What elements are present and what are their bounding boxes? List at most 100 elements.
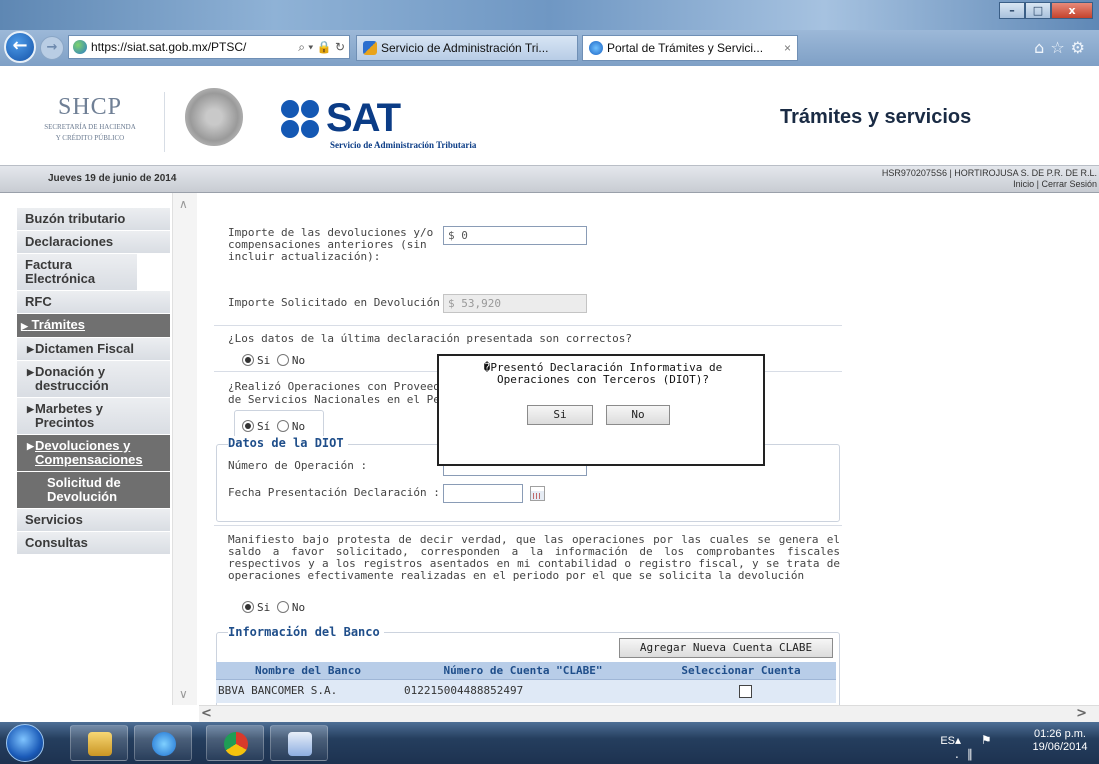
radio-si[interactable]: Sí	[242, 420, 270, 433]
browser-toolbar-icons[interactable]: ⌂☆⚙	[1034, 38, 1091, 57]
menu-item-label: Devoluciones y Compensaciones	[35, 438, 143, 467]
address-controls[interactable]: ⌕ ▾ 🔒 ↻	[298, 36, 345, 58]
user-rfc: HSR9702075S6 | HORTIROJUSA S. DE P.R. DE…	[881, 168, 1097, 178]
taskbar-explorer[interactable]	[70, 725, 128, 761]
radio-si[interactable]: Si	[242, 354, 270, 367]
agregar-cuenta-button[interactable]: Agregar Nueva Cuenta CLABE	[619, 638, 833, 658]
taskbar-word[interactable]	[270, 725, 328, 761]
menu-item-servicios[interactable]: Servicios	[17, 509, 170, 532]
sat-logo-icon	[281, 100, 321, 140]
scroll-right-icon[interactable]: >	[1076, 706, 1087, 721]
menu-item-label: Donación y destrucción	[35, 364, 109, 393]
banco-section-title: Información del Banco	[228, 625, 384, 639]
fecha-presentacion-label: Fecha Presentación Declaración :	[228, 486, 440, 499]
radio-si-label: Si	[257, 601, 271, 614]
maximize-button[interactable]: □	[1025, 2, 1051, 19]
taskbar: ES ▴ ⚑ .∥ 01:26 p.m. 19/06/2014	[0, 722, 1099, 764]
radio-no-label: No	[291, 354, 306, 367]
sat-subtitle: Servicio de Administración Tributaria	[330, 140, 477, 150]
menu-item-tramites[interactable]: ▶ Trámites	[17, 314, 170, 338]
link-separator: |	[1036, 179, 1039, 189]
close-window-button[interactable]: x	[1051, 2, 1093, 19]
folder-icon	[88, 732, 112, 756]
menu-item-declaraciones[interactable]: Declaraciones	[17, 231, 170, 254]
menu-item-rfc[interactable]: RFC	[17, 291, 170, 314]
tab-portal[interactable]: Portal de Trámites y Servici... ×	[582, 35, 798, 61]
radio-si-icon	[242, 601, 254, 613]
menu-item-devoluciones[interactable]: ▶ Devoluciones y Compensaciones	[17, 435, 170, 472]
diot-dialog: �Presentó Declaración Informativa de Ope…	[437, 354, 765, 466]
user-info: HSR9702075S6 | HORTIROJUSA S. DE P.R. DE…	[882, 168, 1097, 190]
table-header-cuenta: Número de Cuenta "CLABE"	[400, 662, 646, 679]
scroll-up-icon[interactable]: ∧	[179, 197, 188, 211]
browser-navbar: ← → https://siat.sat.gob.mx/PTSC/ ⌕ ▾ 🔒 …	[0, 30, 1099, 66]
internet-explorer-icon	[152, 732, 176, 756]
sat-title: SAT	[326, 96, 401, 140]
triangle-icon: ▶	[27, 344, 34, 354]
dialog-no-button[interactable]: No	[606, 405, 670, 425]
site-icon	[73, 40, 87, 54]
triangle-icon: ▶	[21, 321, 28, 331]
header-divider	[164, 92, 165, 152]
importe-devoluciones-input[interactable]: $ 0	[443, 226, 587, 245]
triangle-icon: ▶	[27, 404, 34, 414]
radio-no[interactable]: No	[276, 420, 306, 433]
browser-titlebar: – □ x	[0, 0, 1099, 30]
back-button[interactable]: ←	[4, 31, 36, 63]
menu-scrollbar[interactable]: ∧ ∨	[172, 193, 197, 705]
radio-no[interactable]: No	[276, 601, 305, 614]
menu-item-consultas[interactable]: Consultas	[17, 532, 170, 555]
tray-icons[interactable]: ▴ ⚑ .∥	[955, 733, 1015, 761]
cell-cuenta: 012215004488852497	[404, 684, 524, 697]
question-proveedores-cont: de Servicios Nacionales en el Perio	[228, 393, 460, 406]
scroll-left-icon[interactable]: <	[201, 706, 212, 721]
scroll-down-icon[interactable]: ∨	[179, 687, 188, 701]
radio-group-proveedores: Sí No	[242, 420, 305, 433]
shcp-title: SHCP	[57, 94, 123, 120]
window-controls: – □ x	[999, 2, 1093, 19]
menu-item-factura[interactable]: Factura Electrónica	[17, 254, 137, 291]
forward-button[interactable]: →	[40, 36, 64, 60]
radio-no[interactable]: No	[276, 354, 306, 367]
taskbar-ie[interactable]	[134, 725, 192, 761]
menu-item-buzon[interactable]: Buzón tributario	[17, 208, 170, 231]
language-indicator[interactable]: ES	[940, 735, 955, 747]
dialog-yes-button[interactable]: Si	[527, 405, 593, 425]
radio-si[interactable]: Si	[242, 601, 270, 614]
table-row[interactable]: BBVA BANCOMER S.A. 012215004488852497	[216, 679, 836, 703]
tab-favicon	[363, 41, 377, 55]
menu-item-label: Dictamen Fiscal	[35, 341, 134, 356]
menu-item-marbetes[interactable]: ▶ Marbetes y Precintos	[17, 398, 170, 435]
table-header-seleccionar: Seleccionar Cuenta	[646, 662, 836, 679]
inicio-link[interactable]: Inicio	[1013, 179, 1034, 189]
fecha-presentacion-input[interactable]	[443, 484, 523, 503]
clock-time: 01:26 p.m.	[1034, 728, 1086, 740]
cerrar-sesion-link[interactable]: Cerrar Sesión	[1041, 179, 1097, 189]
taskbar-chrome[interactable]	[206, 725, 264, 761]
tab-close-icon[interactable]: ×	[784, 36, 791, 60]
address-bar[interactable]: https://siat.sat.gob.mx/PTSC/ ⌕ ▾ 🔒 ↻	[68, 35, 350, 59]
question-proveedores: ¿Realizó Operaciones con Proveedores	[228, 380, 467, 393]
radio-no-label: No	[291, 420, 306, 433]
importe-devoluciones-label: Importe de las devoluciones y/o compensa…	[228, 226, 434, 263]
radio-si-icon	[242, 420, 254, 432]
triangle-icon: ▶	[27, 367, 34, 377]
importe-solicitado-input: $ 53,920	[443, 294, 587, 313]
radio-no-icon	[276, 601, 289, 613]
start-button-icon[interactable]	[6, 724, 44, 762]
calendar-icon[interactable]	[530, 486, 545, 501]
shcp-subtitle-2: Y CRÉDITO PÚBLICO	[55, 134, 125, 142]
page-scrollbar[interactable]	[1085, 193, 1099, 705]
menu-item-solicitud[interactable]: Solicitud de Devolución	[17, 472, 170, 509]
side-menu: Buzón tributario Declaraciones Factura E…	[17, 208, 170, 555]
horizontal-scrollbar[interactable]: < >	[199, 705, 1099, 722]
tab-sat[interactable]: Servicio de Administración Tri...	[356, 35, 578, 61]
minimize-button[interactable]: –	[999, 2, 1025, 19]
screen: – □ x ← → https://siat.sat.gob.mx/PTSC/ …	[0, 0, 1099, 764]
menu-item-donacion[interactable]: ▶ Donación y destrucción	[17, 361, 170, 398]
clock[interactable]: 01:26 p.m. 19/06/2014	[1025, 728, 1095, 754]
section-title: Trámites y servicios	[780, 106, 972, 128]
menu-item-dictamen[interactable]: ▶ Dictamen Fiscal	[17, 338, 170, 361]
divider	[214, 325, 842, 326]
select-account-checkbox[interactable]	[739, 685, 752, 698]
